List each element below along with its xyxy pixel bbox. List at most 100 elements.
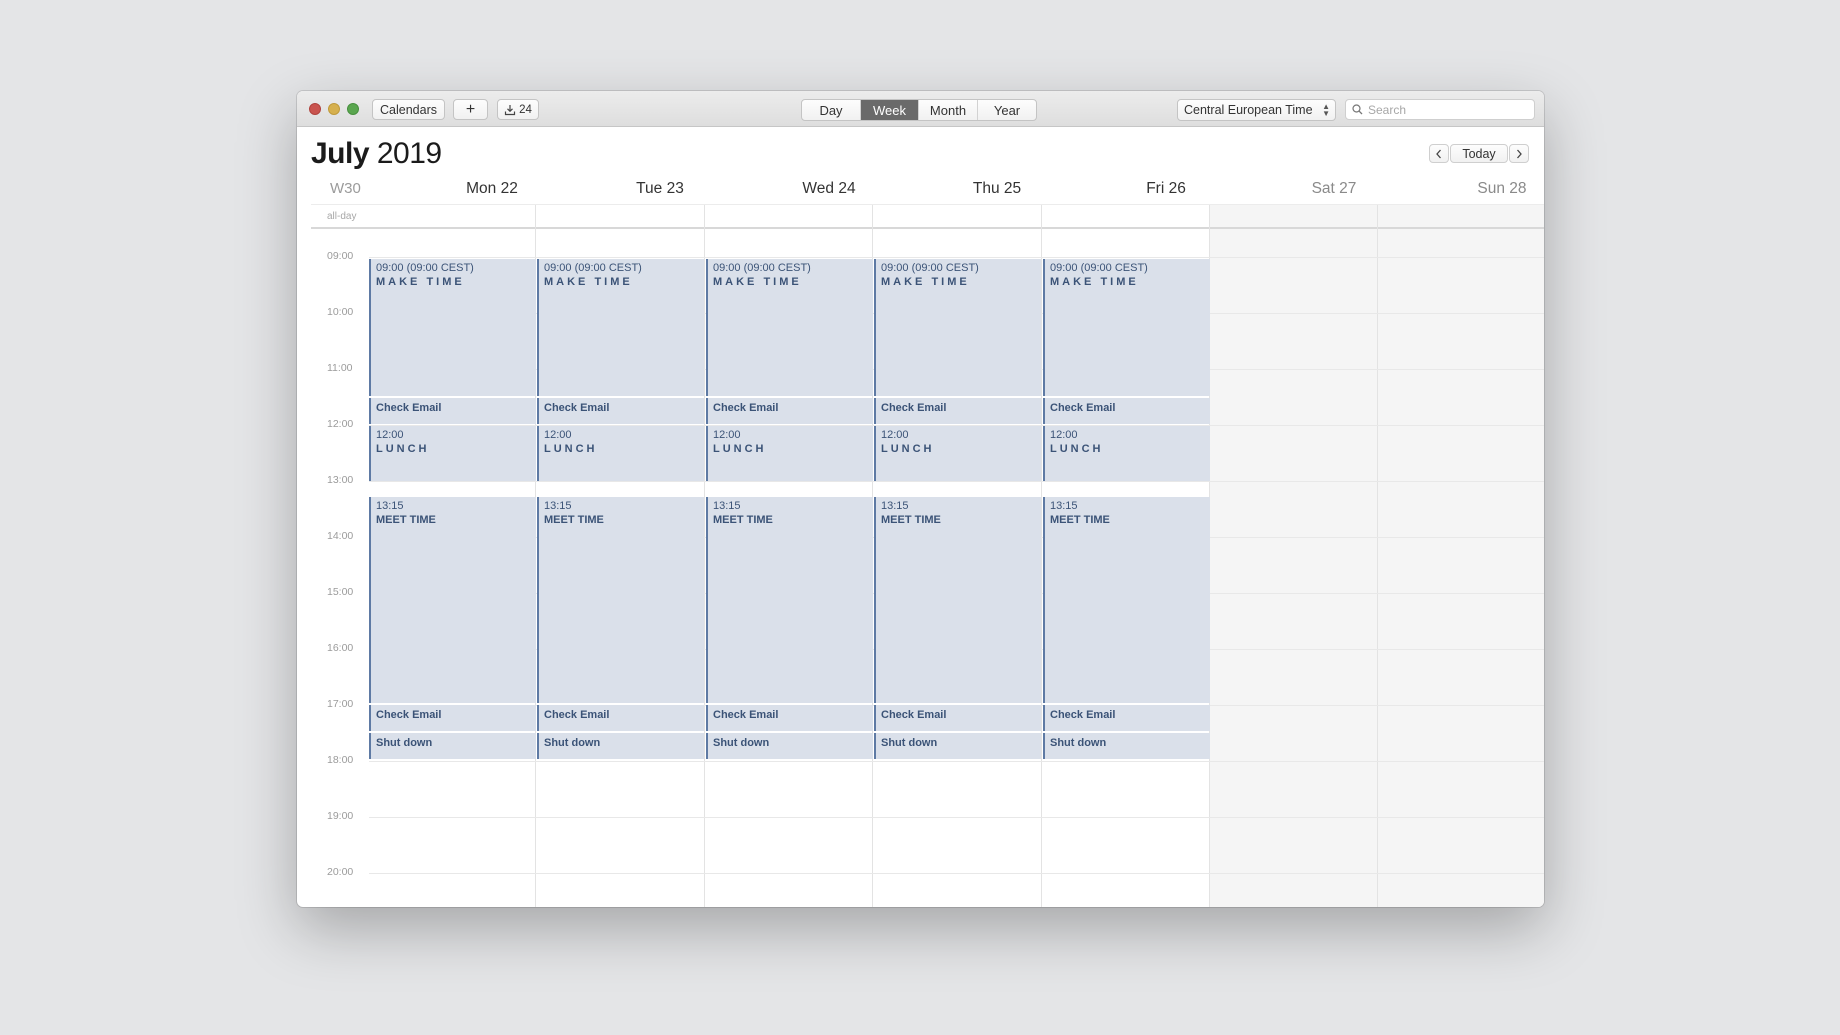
event-shut-down-thu[interactable]: Shut down [874, 733, 1041, 759]
view-day-button[interactable]: Day [802, 100, 861, 120]
event-check-email-wed[interactable]: Check Email [706, 398, 873, 424]
event-time: 13:15 [1050, 500, 1078, 512]
event-title: MEET TIME [1050, 514, 1110, 526]
hour-label: 18:00 [327, 754, 354, 766]
event-check-email-thu[interactable]: Check Email [874, 705, 1041, 731]
event-make-time-thu[interactable]: 09:00 (09:00 CEST) MAKE TIME [874, 259, 1041, 396]
view-year-button[interactable]: Year [978, 100, 1036, 120]
next-week-button[interactable] [1509, 144, 1529, 163]
today-button[interactable]: Today [1450, 144, 1508, 163]
view-week-button[interactable]: Week [861, 100, 919, 120]
hour-line [369, 817, 1544, 818]
hour-line [369, 761, 1544, 762]
event-title: Shut down [1050, 737, 1107, 749]
chevron-right-icon [1517, 149, 1522, 158]
event-title: LUNCH [544, 443, 598, 455]
close-window-button[interactable] [309, 103, 321, 115]
event-lunch-wed[interactable]: 12:00 LUNCH [706, 426, 873, 481]
event-lunch-fri[interactable]: 12:00 LUNCH [1043, 426, 1210, 481]
event-title: MAKE TIME [713, 276, 802, 288]
event-time: 12:00 [544, 429, 572, 441]
event-make-time-tue[interactable]: 09:00 (09:00 CEST) MAKE TIME [537, 259, 704, 396]
event-title: Check Email [881, 709, 947, 721]
view-month-button[interactable]: Month [919, 100, 978, 120]
hour-label: 14:00 [327, 530, 354, 542]
event-title: MEET TIME [376, 514, 436, 526]
hour-label: 20:00 [327, 866, 354, 878]
hour-label: 15:00 [327, 586, 354, 598]
event-time: 13:15 [881, 500, 909, 512]
hour-label: 10:00 [327, 306, 354, 318]
today-button-label: Today [1462, 146, 1496, 161]
event-shut-down-mon[interactable]: Shut down [369, 733, 536, 759]
event-meet-time-tue[interactable]: 13:15 MEET TIME [537, 497, 704, 703]
event-check-email-wed[interactable]: Check Email [706, 705, 873, 731]
timezone-select[interactable]: Central European Time ▲ ▼ [1177, 99, 1336, 121]
year-name: 2019 [376, 137, 442, 170]
event-check-email-tue[interactable]: Check Email [537, 705, 704, 731]
day-header-tue[interactable]: Tue 23 [576, 180, 744, 198]
view-switcher: Day Week Month Year [801, 99, 1037, 121]
event-check-email-mon[interactable]: Check Email [369, 398, 536, 424]
event-check-email-mon[interactable]: Check Email [369, 705, 536, 731]
event-check-email-tue[interactable]: Check Email [537, 398, 704, 424]
event-make-time-wed[interactable]: 09:00 (09:00 CEST) MAKE TIME [706, 259, 873, 396]
hour-line [369, 481, 1544, 482]
day-header-mon[interactable]: Mon 22 [408, 180, 576, 198]
event-time: 13:15 [713, 500, 741, 512]
event-meet-time-mon[interactable]: 13:15 MEET TIME [369, 497, 536, 703]
event-title: MEET TIME [713, 514, 773, 526]
event-time: 13:15 [544, 500, 572, 512]
column-divider [1377, 205, 1378, 907]
zoom-window-button[interactable] [347, 103, 359, 115]
day-header-wed[interactable]: Wed 24 [745, 180, 913, 198]
event-make-time-mon[interactable]: 09:00 (09:00 CEST) MAKE TIME [369, 259, 536, 396]
chevron-updown-icon: ▲ ▼ [1322, 102, 1330, 118]
previous-week-button[interactable] [1429, 144, 1449, 163]
event-title: MAKE TIME [881, 276, 970, 288]
event-shut-down-tue[interactable]: Shut down [537, 733, 704, 759]
day-header-sat[interactable]: Sat 27 [1250, 180, 1418, 198]
event-time: 09:00 (09:00 CEST) [881, 262, 979, 274]
search-input[interactable] [1368, 102, 1528, 117]
add-event-button[interactable]: + [453, 99, 488, 120]
calendars-button[interactable]: Calendars [372, 99, 445, 120]
event-time: 13:15 [376, 500, 404, 512]
day-header-sun[interactable]: Sun 28 [1418, 180, 1544, 198]
event-check-email-fri[interactable]: Check Email [1043, 705, 1210, 731]
event-title: Check Email [713, 709, 779, 721]
event-title: MAKE TIME [1050, 276, 1139, 288]
event-meet-time-wed[interactable]: 13:15 MEET TIME [706, 497, 873, 703]
event-shut-down-fri[interactable]: Shut down [1043, 733, 1210, 759]
event-lunch-tue[interactable]: 12:00 LUNCH [537, 426, 704, 481]
hour-label: 11:00 [327, 362, 353, 374]
event-meet-time-thu[interactable]: 13:15 MEET TIME [874, 497, 1041, 703]
allday-top-divider [311, 204, 1544, 205]
inbox-download-icon [504, 104, 516, 115]
event-title: LUNCH [881, 443, 935, 455]
event-check-email-fri[interactable]: Check Email [1043, 398, 1210, 424]
event-title: Check Email [544, 709, 610, 721]
event-time: 12:00 [713, 429, 741, 441]
event-title: Check Email [544, 402, 610, 414]
inbox-count: 24 [519, 103, 532, 116]
event-title: Shut down [881, 737, 938, 749]
event-lunch-thu[interactable]: 12:00 LUNCH [874, 426, 1041, 481]
event-title: LUNCH [1050, 443, 1104, 455]
allday-divider [311, 227, 1544, 229]
minimize-window-button[interactable] [328, 103, 340, 115]
event-make-time-fri[interactable]: 09:00 (09:00 CEST) MAKE TIME [1043, 259, 1210, 396]
allday-label: all-day [327, 211, 357, 222]
event-shut-down-wed[interactable]: Shut down [706, 733, 873, 759]
event-lunch-mon[interactable]: 12:00 LUNCH [369, 426, 536, 481]
event-title: LUNCH [376, 443, 430, 455]
day-header-thu[interactable]: Thu 25 [913, 180, 1081, 198]
week-number: W30 [330, 180, 361, 197]
event-check-email-thu[interactable]: Check Email [874, 398, 1041, 424]
day-header-fri[interactable]: Fri 26 [1082, 180, 1250, 198]
search-field[interactable] [1345, 99, 1535, 120]
event-title: Shut down [376, 737, 433, 749]
inbox-button[interactable]: 24 [497, 99, 539, 120]
event-meet-time-fri[interactable]: 13:15 MEET TIME [1043, 497, 1210, 703]
hour-label: 19:00 [327, 810, 354, 822]
